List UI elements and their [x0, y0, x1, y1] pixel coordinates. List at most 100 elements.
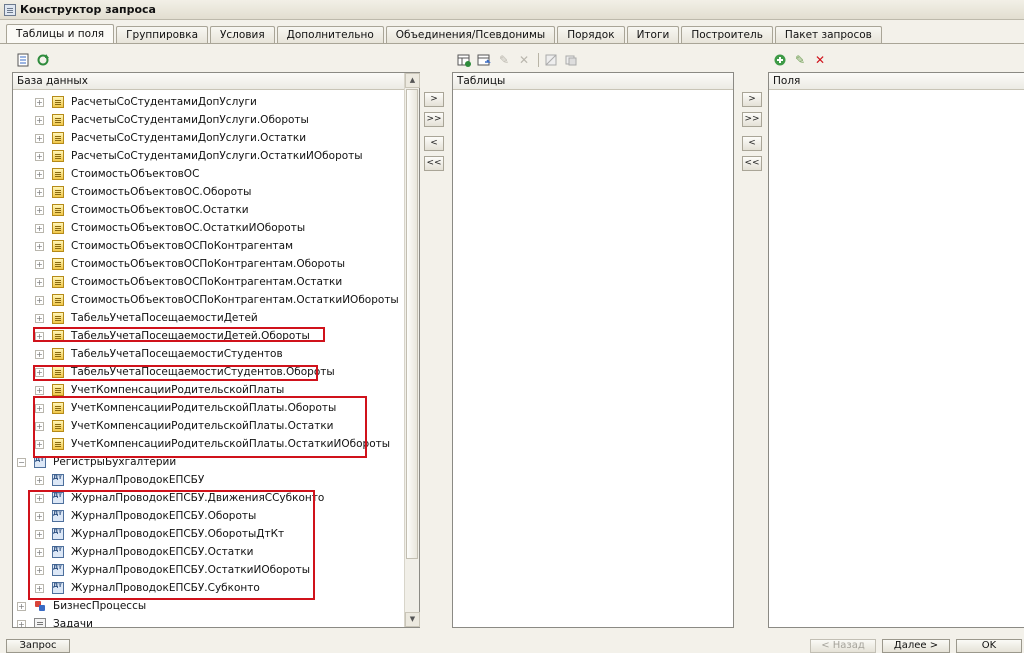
expand-icon[interactable]: +	[35, 313, 44, 323]
tree-item-label: СтоимостьОбъектовОС.ОстаткиИОбороты	[71, 222, 306, 234]
add-table-icon[interactable]	[455, 51, 473, 69]
expand-icon[interactable]: +	[35, 295, 44, 305]
move-all-right-button[interactable]: >>	[742, 112, 762, 127]
query-button[interactable]: Запрос	[6, 639, 70, 653]
tab-query-batch[interactable]: Пакет запросов	[774, 26, 882, 44]
tree-item[interactable]: + ЖурналПроводокЕПСБУ	[35, 471, 204, 489]
move-right-button[interactable]: >	[424, 92, 444, 107]
next-button[interactable]: Далее >	[882, 639, 950, 653]
scroll-down-icon[interactable]: ▼	[405, 612, 420, 627]
tree-item-label: СтоимостьОбъектовОСПоКонтрагентам.Оборот…	[71, 258, 345, 270]
edit-field-icon[interactable]: ✎	[791, 51, 809, 69]
scroll-thumb[interactable]	[406, 89, 418, 559]
temp-table-icon[interactable]	[562, 51, 580, 69]
expand-icon[interactable]: +	[35, 475, 44, 485]
delete-field-icon[interactable]: ✕	[811, 51, 829, 69]
scroll-up-icon[interactable]: ▲	[405, 73, 420, 88]
tree-item-label: СтоимостьОбъектовОСПоКонтрагентам.Остатк…	[71, 276, 343, 288]
tables-panel-header: Таблицы	[453, 73, 733, 90]
tab-grouping[interactable]: Группировка	[116, 26, 209, 44]
tree-item-label: РасчетыСоСтудентамиДопУслуги.Остатки	[71, 132, 307, 144]
tree-item[interactable]: + СтоимостьОбъектовОСПоКонтрагентам.Оборо…	[35, 255, 345, 273]
expand-icon[interactable]: +	[35, 115, 44, 125]
database-panel-header: База данных	[13, 73, 419, 90]
query-builder-icon	[4, 3, 16, 16]
tree-item[interactable]: + СтоимостьОбъектовОС.ОстаткиИОбороты	[35, 219, 305, 237]
expand-icon[interactable]: +	[35, 169, 44, 179]
register-icon	[52, 294, 64, 306]
expand-icon[interactable]: +	[35, 151, 44, 161]
tree-item[interactable]: + РасчетыСоСтудентамиДопУслуги.Остатки	[35, 129, 306, 147]
tasks-icon	[34, 618, 46, 627]
edit-pencil-icon[interactable]: ✎	[495, 51, 513, 69]
vertical-scrollbar[interactable]: ▲ ▼	[404, 73, 420, 627]
move-all-left-button[interactable]: <<	[742, 156, 762, 171]
tab-conditions[interactable]: Условия	[210, 26, 275, 44]
nested-query-icon[interactable]	[542, 51, 560, 69]
expand-icon[interactable]: +	[35, 259, 44, 269]
open-table-icon[interactable]	[14, 51, 32, 69]
tree-item[interactable]: + ТабельУчетаПосещаемостиДетей	[35, 309, 258, 327]
refresh-icon[interactable]	[34, 51, 52, 69]
move-left-button[interactable]: <	[742, 136, 762, 151]
register-icon	[52, 384, 64, 396]
expand-icon[interactable]: +	[35, 385, 44, 395]
tab-totals[interactable]: Итоги	[626, 26, 680, 44]
move-right-button[interactable]: >	[742, 92, 762, 107]
tree-item-label: РасчетыСоСтудентамиДопУслуги.Обороты	[71, 114, 309, 126]
expand-icon[interactable]: +	[17, 601, 26, 611]
register-icon	[52, 222, 64, 234]
business-process-icon	[34, 600, 46, 612]
add-field-icon[interactable]	[771, 51, 789, 69]
tree-item[interactable]: + РасчетыСоСтудентамиДопУслуги.ОстаткиИОб…	[35, 147, 363, 165]
tree-item[interactable]: + СтоимостьОбъектовОС.Остатки	[35, 201, 249, 219]
tree-item[interactable]: + РасчетыСоСтудентамиДопУслуги	[35, 93, 257, 111]
tab-builder[interactable]: Построитель	[681, 26, 773, 44]
expand-icon[interactable]: +	[35, 187, 44, 197]
ok-button[interactable]: OK	[956, 639, 1022, 653]
tree-item[interactable]: + РасчетыСоСтудентамиДопУслуги.Обороты	[35, 111, 309, 129]
expand-icon[interactable]: +	[35, 223, 44, 233]
expand-icon[interactable]: +	[35, 97, 44, 107]
tree-group-label: БизнесПроцессы	[53, 600, 147, 612]
tree-group[interactable]: + Задачи	[17, 615, 93, 627]
tables-to-fields-buttons: > >> < <<	[742, 92, 762, 176]
replace-table-icon[interactable]	[475, 51, 493, 69]
highlight-box	[33, 396, 367, 458]
tree-item[interactable]: + СтоимостьОбъектовОС.Обороты	[35, 183, 251, 201]
tree-item-label: ТабельУчетаПосещаемостиДетей	[71, 312, 258, 324]
highlight-box	[28, 490, 315, 600]
expand-icon[interactable]: +	[35, 241, 44, 251]
move-all-right-button[interactable]: >>	[424, 112, 444, 127]
title-bar: Конструктор запроса	[0, 0, 1024, 20]
tab-unions-aliases[interactable]: Объединения/Псевдонимы	[385, 26, 556, 44]
expand-icon[interactable]: +	[35, 277, 44, 287]
move-all-left-button[interactable]: <<	[424, 156, 444, 171]
toolbar-separator	[538, 53, 539, 67]
expand-icon[interactable]: +	[35, 205, 44, 215]
delete-icon[interactable]: ✕	[515, 51, 533, 69]
tree-item-label: СтоимостьОбъектовОСПоКонтрагентам.Остатк…	[71, 294, 399, 306]
tree-item[interactable]: + СтоимостьОбъектовОСПоКонтрагентам	[35, 237, 293, 255]
expand-icon[interactable]: +	[35, 133, 44, 143]
register-icon	[52, 186, 64, 198]
tab-advanced[interactable]: Дополнительно	[276, 26, 384, 44]
move-left-button[interactable]: <	[424, 136, 444, 151]
highlight-box	[33, 365, 318, 381]
expand-icon[interactable]: +	[17, 619, 26, 627]
tree-item[interactable]: + СтоимостьОбъектовОСПоКонтрагентам.Остат…	[35, 291, 399, 309]
tables-panel: Таблицы	[452, 72, 734, 628]
tree-item[interactable]: + ТабельУчетаПосещаемостиСтудентов	[35, 345, 283, 363]
collapse-icon[interactable]: −	[17, 457, 26, 467]
tree-item-label: РасчетыСоСтудентамиДопУслуги.ОстаткиИОбо…	[71, 150, 363, 162]
tab-bar: Таблицы и поля Группировка Условия Допол…	[6, 24, 884, 44]
tab-order[interactable]: Порядок	[557, 26, 625, 44]
tree-item-label: ТабельУчетаПосещаемостиСтудентов	[71, 348, 283, 360]
expand-icon[interactable]: +	[35, 349, 44, 359]
register-icon	[52, 168, 64, 180]
tree-item[interactable]: + СтоимостьОбъектовОСПоКонтрагентам.Остат…	[35, 273, 342, 291]
tree-item[interactable]: + СтоимостьОбъектовОС	[35, 165, 199, 183]
back-button[interactable]: < Назад	[810, 639, 876, 653]
tab-tables-and-fields[interactable]: Таблицы и поля	[6, 24, 115, 44]
tree-item-label: СтоимостьОбъектовОС.Обороты	[71, 186, 252, 198]
